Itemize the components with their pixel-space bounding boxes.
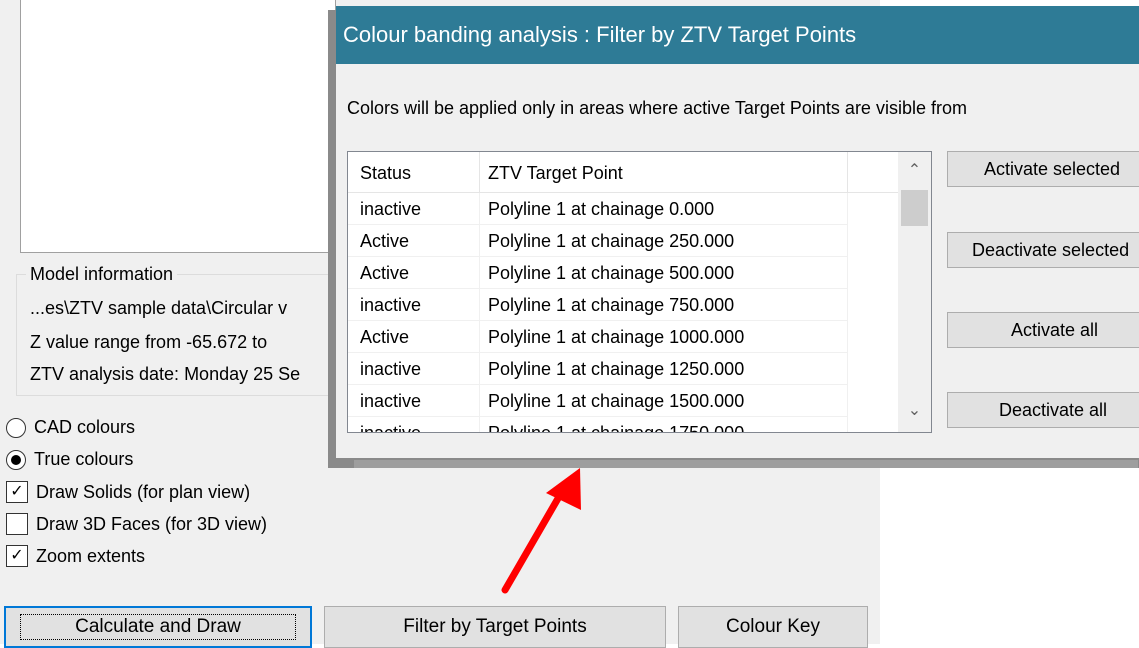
arrow-shaft — [501, 491, 564, 594]
red-arrow-annotation — [501, 468, 581, 594]
